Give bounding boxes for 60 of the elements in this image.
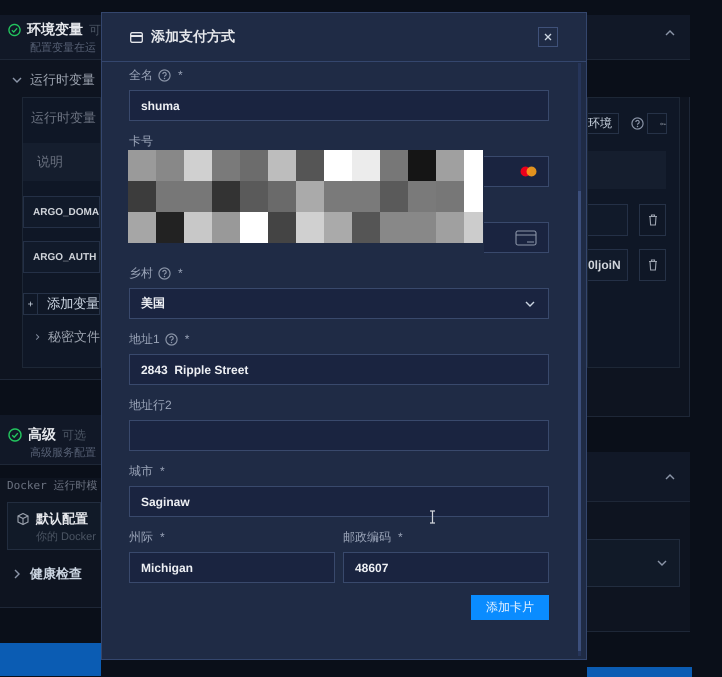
required-mark: *	[398, 530, 403, 544]
dialog-title: 添加支付方式	[151, 28, 236, 46]
docker-config-card[interactable]: 默认配置 你的 Docker	[7, 502, 101, 550]
text-cursor-icon	[429, 510, 436, 524]
input-field[interactable]	[484, 156, 549, 187]
close-button[interactable]	[538, 27, 558, 47]
required-mark: *	[160, 530, 165, 544]
optional-tag: 可选	[62, 426, 86, 444]
check-circle-icon	[8, 23, 21, 37]
field-label: 城市	[129, 462, 153, 480]
field-label: 地址行2	[129, 396, 172, 414]
input-field[interactable]: 48607	[343, 552, 549, 583]
input-field[interactable]	[129, 420, 549, 451]
table-header: 说明	[23, 143, 100, 181]
trash-icon	[648, 259, 658, 271]
section-subtitle: 配置变量在运	[29, 40, 97, 55]
field-label: 卡号	[129, 132, 153, 150]
input-field[interactable]: ARGO_DOMA	[23, 196, 100, 228]
environment-button[interactable]: 环境	[588, 113, 619, 134]
section-subtitle: 高级服务配置	[29, 446, 97, 460]
input-field[interactable]	[588, 204, 628, 236]
card-subtitle: 你的 Docker	[35, 530, 97, 544]
input-field[interactable]: Saginaw	[129, 486, 549, 517]
card-brand-icon	[520, 166, 537, 177]
card-icon	[515, 230, 537, 246]
optional-tag: 可	[89, 22, 101, 38]
required-mark: *	[160, 464, 165, 478]
input-field[interactable]: shuma	[129, 90, 549, 121]
section-title: 高级	[28, 426, 56, 444]
input-field[interactable]: 0ljoiN	[588, 249, 628, 281]
field-label: Docker 运行时模	[7, 478, 98, 494]
section-title: 环境变量	[27, 21, 83, 39]
input-field[interactable]: ARGO_AUTH	[23, 241, 100, 273]
input-field[interactable]: Michigan	[129, 552, 335, 583]
add-variable-button[interactable]: 添加变量	[23, 293, 100, 315]
input-field[interactable]	[484, 222, 549, 253]
help-icon	[631, 117, 644, 130]
trash-icon	[648, 214, 658, 226]
field-label: 全名	[129, 66, 153, 84]
field-label: 地址1	[129, 330, 160, 348]
card-title: 默认配置	[36, 510, 88, 528]
required-mark: *	[178, 68, 183, 82]
scrollbar[interactable]	[578, 63, 581, 656]
card-icon	[130, 32, 143, 42]
input-field[interactable]: 2843 Ripple Street	[129, 354, 549, 385]
required-mark: *	[178, 266, 183, 280]
field-label: 州际	[129, 528, 153, 546]
group-title[interactable]: 运行时变量	[30, 71, 95, 89]
check-circle-icon	[8, 428, 22, 442]
delete-button[interactable]	[639, 249, 666, 281]
required-mark: *	[184, 332, 190, 346]
group-title[interactable]: 秘密文件	[48, 328, 100, 346]
group-title[interactable]: 健康检查	[30, 565, 82, 583]
country-select[interactable]: 美国	[129, 288, 549, 319]
delete-button[interactable]	[639, 204, 666, 236]
close-icon	[544, 33, 552, 41]
field-label: 运行时变量	[31, 109, 96, 127]
field-label: 乡村	[129, 264, 153, 282]
cube-icon	[16, 512, 30, 526]
field-label: 邮政编码	[343, 528, 391, 546]
